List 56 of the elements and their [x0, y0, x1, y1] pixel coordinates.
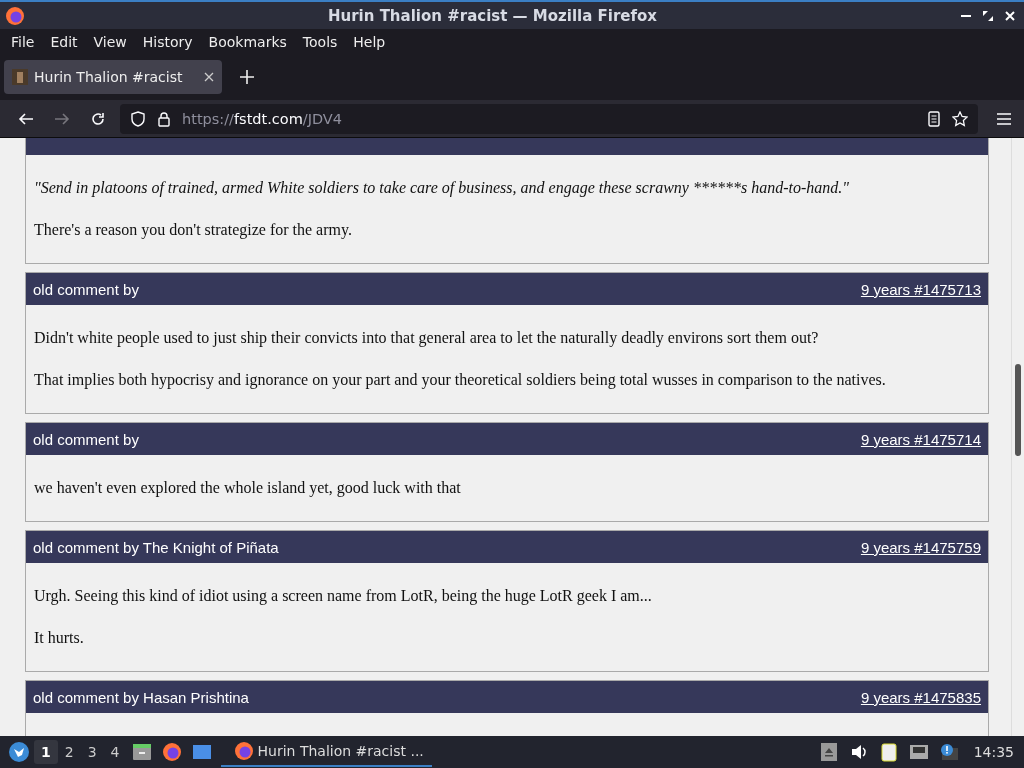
menu-item[interactable]: Edit [42, 33, 86, 50]
comment-author: old comment by [33, 430, 139, 448]
shield-icon[interactable] [130, 110, 146, 127]
firefox-icon[interactable] [161, 742, 182, 762]
comment-text: It hurts. [34, 628, 85, 648]
workspace-button[interactable]: 4 [103, 740, 127, 764]
notification-icon[interactable] [938, 742, 959, 762]
scrollbar[interactable] [1011, 138, 1024, 736]
maximize-icon[interactable] [982, 9, 994, 22]
star-icon[interactable] [952, 110, 968, 127]
comment-author: old comment by [33, 280, 139, 298]
menu-item[interactable]: History [134, 33, 201, 50]
workspace-button[interactable]: 3 [80, 740, 104, 764]
comment-link[interactable]: 9 years #1475714 [860, 430, 981, 448]
close-tab-icon[interactable] [204, 72, 214, 82]
comment-text: Didn't white people used to just ship their convicts into that general area to let the naturally deadly environs sort them out? [34, 328, 820, 349]
menu-item[interactable]: Help [345, 33, 394, 50]
taskbar-window-button[interactable]: Hurin Thalion #racist ... [220, 737, 432, 767]
start-menu-icon[interactable] [9, 742, 29, 762]
workspace-button[interactable]: 2 [57, 740, 81, 764]
menu-item[interactable]: Tools [294, 33, 346, 50]
comment-author: old comment by The Knight of Piñata [33, 538, 279, 556]
forward-icon[interactable] [54, 110, 70, 127]
comment-text: There's a reason you don't strategize for the army. [34, 220, 353, 241]
close-icon[interactable] [1004, 9, 1016, 22]
comment-text: Urgh. Seeing this kind of idiot using a screen name from LotR, being the huge LotR geek I am... [34, 586, 653, 607]
reload-icon[interactable] [90, 110, 106, 127]
quoted-text: "Send in platoons of trained, armed White soldiers to take care of business, and engage these scrawny ******s hand-to-hand." [34, 178, 850, 199]
url-text: https://fstdt.com/JDV4 [182, 110, 342, 127]
menu-item[interactable]: View [85, 33, 135, 50]
comment-link[interactable]: 9 years #1475759 [860, 538, 981, 556]
firefox-icon [5, 5, 25, 26]
eject-icon[interactable] [818, 742, 839, 762]
file-manager-icon[interactable] [131, 742, 152, 762]
comment-author: old comment by Hasan Prishtina [33, 688, 249, 706]
comment-link[interactable]: 9 years #1475835 [860, 688, 981, 706]
comment-link[interactable]: 9 years #1475713 [860, 280, 981, 298]
window-icon[interactable] [191, 742, 212, 762]
reader-view-icon[interactable] [926, 110, 942, 127]
favicon-icon [12, 69, 28, 85]
new-tab-icon[interactable] [240, 70, 254, 84]
comment-text: we haven't even explored the whole island yet, good luck with that [34, 478, 462, 499]
clipboard-icon[interactable] [878, 742, 899, 762]
lock-icon[interactable] [156, 110, 172, 127]
network-icon[interactable] [908, 742, 929, 762]
clock: 14:35 [973, 744, 1014, 760]
address-bar[interactable]: https://fstdt.com/JDV4 [120, 103, 978, 134]
back-icon[interactable] [18, 110, 34, 127]
menu-item[interactable]: File [3, 33, 43, 50]
firefox-icon [233, 741, 254, 761]
window-title: Hurin Thalion #racist — Mozilla Firefox [326, 6, 659, 25]
workspace-button[interactable]: 1 [34, 740, 58, 764]
browser-tab[interactable]: Hurin Thalion #racist [4, 60, 222, 94]
menu-icon[interactable] [996, 110, 1012, 127]
menu-item[interactable]: Bookmarks [200, 33, 295, 50]
comment-text: That implies both hypocrisy and ignorance on your part and your theoretical soldiers being total wusses in comparison to the natives. [34, 370, 887, 391]
